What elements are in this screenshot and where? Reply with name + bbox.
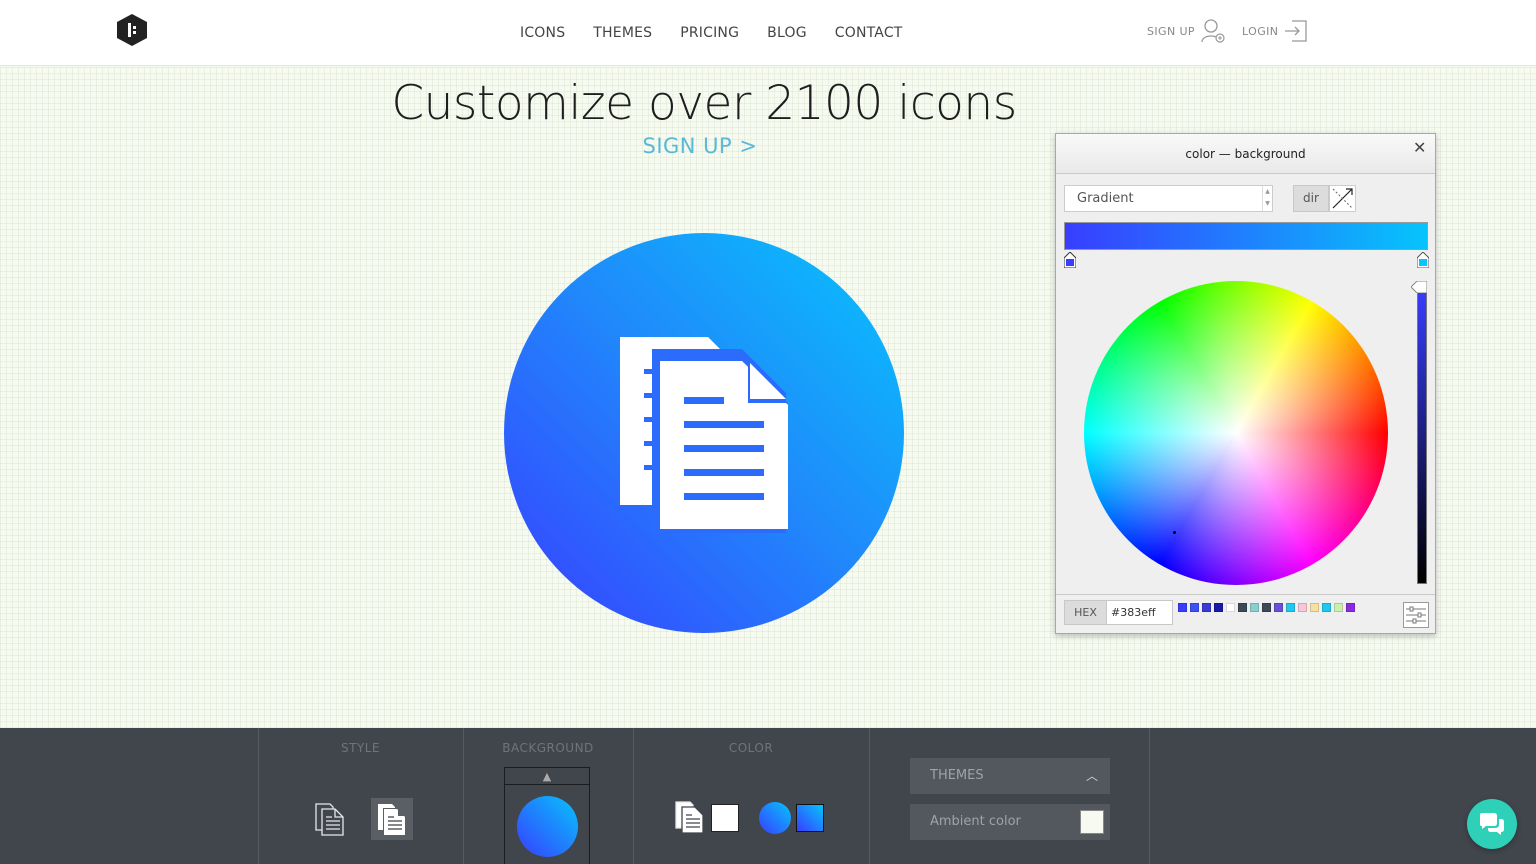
icon-color-button[interactable] [674, 800, 706, 838]
gradient-bar[interactable] [1064, 222, 1428, 250]
color-swatch[interactable] [1178, 603, 1187, 612]
color-wheel-cursor[interactable] [1173, 531, 1176, 534]
background-color-swatch[interactable] [759, 802, 791, 834]
chevron-up-icon[interactable]: ▲ [505, 768, 589, 785]
color-swatches [1178, 603, 1358, 612]
color-swatch[interactable] [1202, 603, 1211, 612]
picker-title: color — background [1056, 134, 1435, 174]
ambient-color-control[interactable]: Ambient color [910, 804, 1110, 840]
hex-input[interactable] [1106, 600, 1173, 625]
diagonal-arrow-icon [1332, 188, 1353, 209]
fill-mode-select[interactable]: Gradient ▲ ▼ [1064, 185, 1273, 212]
main-nav: ICONS THEMES PRICING BLOG CONTACT [506, 0, 917, 66]
editor-toolbar: STYLE BACKGROUND COLOR ▲ THEMES ︿ Ambien… [0, 728, 1536, 864]
login-icon [1285, 20, 1308, 42]
color-swatch[interactable] [1298, 603, 1307, 612]
signup-link[interactable]: SIGN UP [1147, 18, 1225, 44]
color-swatch[interactable] [1346, 603, 1355, 612]
chat-button[interactable] [1467, 799, 1517, 849]
themes-label: THEMES [930, 768, 984, 783]
documents-outline-icon [315, 803, 344, 836]
color-swatch[interactable] [1334, 603, 1343, 612]
color-swatch[interactable] [1322, 603, 1331, 612]
login-link[interactable]: LOGIN [1242, 18, 1308, 44]
picker-footer-divider [1056, 594, 1435, 595]
direction-button[interactable] [1329, 185, 1356, 212]
color-swatch[interactable] [1190, 603, 1199, 612]
style-filled-button[interactable] [371, 798, 413, 840]
color-swatch[interactable] [1310, 603, 1319, 612]
spinner-icon[interactable]: ▲ ▼ [1262, 186, 1272, 211]
chat-icon [1480, 813, 1504, 835]
ambient-label: Ambient color [930, 814, 1021, 829]
sliders-icon[interactable] [1403, 602, 1429, 628]
nav-themes[interactable]: THEMES [593, 25, 652, 41]
login-label: LOGIN [1242, 24, 1279, 38]
brightness-slider[interactable] [1417, 286, 1427, 584]
background-circle-preview[interactable] [517, 796, 578, 857]
nav-blog[interactable]: BLOG [767, 25, 807, 41]
style-outline-button[interactable] [309, 798, 351, 840]
user-add-icon [1201, 19, 1225, 43]
nav-pricing[interactable]: PRICING [680, 25, 739, 41]
nav-icons[interactable]: ICONS [520, 25, 565, 41]
gradient-stop-end[interactable] [1417, 252, 1429, 268]
color-swatch[interactable] [1286, 603, 1295, 612]
color-section-label: COLOR [728, 741, 774, 755]
chevron-up-icon: ︿ [1085, 769, 1098, 783]
nav-contact[interactable]: CONTACT [835, 25, 903, 41]
toolbar-divider [1149, 728, 1150, 864]
color-swatch[interactable] [1274, 603, 1283, 612]
documents-icon [620, 337, 788, 533]
background-square-swatch[interactable] [796, 804, 824, 832]
ambient-color-swatch[interactable] [1080, 810, 1104, 834]
color-swatch[interactable] [1262, 603, 1271, 612]
site-header: ICONS THEMES PRICING BLOG CONTACT SIGN U… [0, 0, 1536, 66]
icon-color-swatch[interactable] [711, 804, 739, 832]
documents-filled-icon [378, 804, 406, 836]
themes-dropdown[interactable]: THEMES ︿ [910, 758, 1110, 794]
color-swatch[interactable] [1214, 603, 1223, 612]
hero-title: Customize over 2100 icons [391, 76, 1017, 131]
signup-label: SIGN UP [1147, 24, 1195, 38]
gradient-stop-start[interactable] [1064, 252, 1076, 268]
color-swatch[interactable] [1226, 603, 1235, 612]
hex-label: HEX [1064, 600, 1107, 625]
documents-outline-icon [675, 801, 704, 834]
background-shape-selector[interactable]: ▲ [504, 767, 590, 864]
color-swatch[interactable] [1250, 603, 1259, 612]
color-swatch[interactable] [1238, 603, 1247, 612]
background-section-label: BACKGROUND [502, 741, 594, 755]
fill-mode-value: Gradient [1077, 191, 1134, 206]
toolbar-divider [869, 728, 870, 864]
logo-icon[interactable] [117, 14, 147, 46]
close-icon[interactable]: ✕ [1413, 138, 1426, 157]
direction-label: dir [1293, 185, 1329, 212]
style-section-label: STYLE [340, 741, 381, 755]
color-wheel[interactable] [1084, 281, 1388, 585]
brightness-slider-handle[interactable] [1411, 281, 1427, 293]
color-picker-panel: color — background ✕ Gradient ▲ ▼ dir HEX [1055, 133, 1436, 634]
